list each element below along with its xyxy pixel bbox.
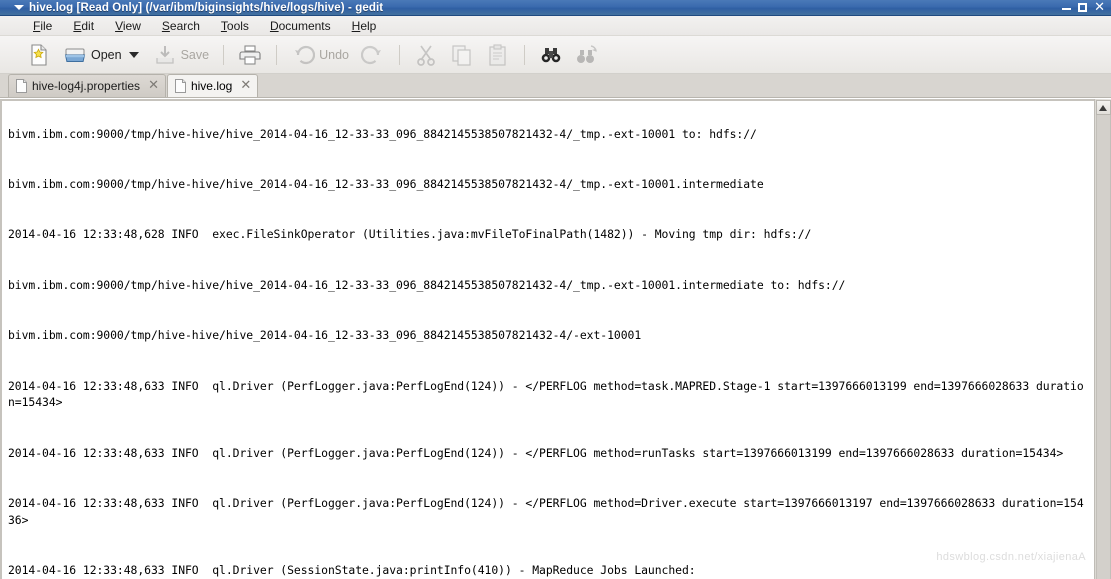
open-folder-icon bbox=[63, 43, 87, 67]
toolbar-separator-4 bbox=[523, 44, 525, 65]
tab-label: hive.log bbox=[190, 79, 233, 93]
tab-close-icon[interactable]: ✕ bbox=[240, 79, 251, 92]
toolbar: Open Save Undo bbox=[0, 36, 1111, 74]
save-icon bbox=[153, 43, 177, 67]
menu-item-documents[interactable]: Documents bbox=[265, 18, 341, 34]
document-icon bbox=[174, 79, 186, 93]
menubar: File Edit View Search Tools Documents He… bbox=[0, 16, 1111, 36]
open-button-label: Open bbox=[91, 47, 122, 62]
window-controls: ✕ bbox=[1062, 1, 1109, 14]
scrollbar-track[interactable] bbox=[1095, 115, 1111, 579]
menu-item-edit[interactable]: Edit bbox=[68, 18, 104, 34]
scroll-up-button[interactable] bbox=[1095, 100, 1111, 115]
undo-button[interactable]: Undo bbox=[286, 40, 354, 70]
log-content: bivm.ibm.com:9000/tmp/hive-hive/hive_201… bbox=[8, 101, 1090, 579]
tab-hive-log[interactable]: hive.log ✕ bbox=[166, 74, 259, 97]
save-button[interactable]: Save bbox=[148, 40, 215, 70]
scissors-icon bbox=[414, 43, 438, 67]
redo-button[interactable] bbox=[356, 40, 390, 70]
log-line: bivm.ibm.com:9000/tmp/hive-hive/hive_201… bbox=[8, 126, 757, 141]
toolbar-separator-2 bbox=[276, 44, 278, 65]
copy-button[interactable] bbox=[445, 40, 479, 70]
cut-button[interactable] bbox=[409, 40, 443, 70]
log-line: 2014-04-16 12:33:48,633 INFO ql.Driver (… bbox=[8, 445, 1064, 460]
log-line: bivm.ibm.com:9000/tmp/hive-hive/hive_201… bbox=[8, 277, 846, 292]
tab-label: hive-log4j.properties bbox=[32, 79, 141, 93]
toolbar-separator-3 bbox=[398, 44, 400, 65]
close-button[interactable]: ✕ bbox=[1094, 1, 1105, 14]
find-replace-icon bbox=[575, 43, 599, 67]
tab-close-icon[interactable]: ✕ bbox=[148, 79, 159, 92]
find-button[interactable] bbox=[534, 40, 568, 70]
redo-icon bbox=[360, 43, 385, 67]
paste-icon bbox=[486, 43, 510, 67]
copy-icon bbox=[450, 43, 474, 67]
titlebar-left: hive.log [Read Only] (/var/ibm/biginsigh… bbox=[4, 2, 1062, 14]
document-tabbar: hive-log4j.properties ✕ hive.log ✕ bbox=[0, 74, 1111, 98]
paste-button[interactable] bbox=[481, 40, 515, 70]
tab-hive-log4j-properties[interactable]: hive-log4j.properties ✕ bbox=[8, 74, 166, 97]
toolbar-separator-1 bbox=[223, 44, 225, 65]
window-title: hive.log [Read Only] (/var/ibm/biginsigh… bbox=[29, 1, 384, 14]
binoculars-find-icon bbox=[539, 43, 563, 67]
new-document-icon bbox=[27, 43, 51, 67]
save-button-label: Save bbox=[180, 47, 210, 62]
minimize-button[interactable] bbox=[1062, 3, 1072, 12]
maximize-button[interactable] bbox=[1078, 3, 1088, 12]
vertical-scrollbar[interactable] bbox=[1094, 99, 1111, 579]
printer-icon bbox=[238, 43, 262, 67]
print-button[interactable] bbox=[233, 40, 267, 70]
log-line: 2014-04-16 12:33:48,628 INFO exec.FileSi… bbox=[8, 227, 812, 242]
document-icon bbox=[16, 79, 27, 93]
gedit-window: hive.log [Read Only] (/var/ibm/biginsigh… bbox=[0, 0, 1111, 579]
menu-item-tools[interactable]: Tools bbox=[216, 18, 259, 34]
menu-item-help[interactable]: Help bbox=[347, 18, 387, 34]
undo-button-label: Undo bbox=[319, 47, 349, 62]
log-line: bivm.ibm.com:9000/tmp/hive-hive/hive_201… bbox=[8, 176, 764, 191]
new-document-button[interactable] bbox=[22, 40, 56, 70]
menu-item-search[interactable]: Search bbox=[157, 18, 210, 34]
log-line: 2014-04-16 12:33:48,633 INFO ql.Driver (… bbox=[8, 496, 1084, 527]
menu-item-file[interactable]: File bbox=[28, 18, 62, 34]
log-line: 2014-04-16 12:33:48,633 INFO ql.Driver (… bbox=[8, 378, 1084, 410]
open-button[interactable]: Open bbox=[58, 40, 146, 70]
scroll-up-arrow-icon bbox=[1099, 104, 1107, 111]
window-titlebar[interactable]: hive.log [Read Only] (/var/ibm/biginsigh… bbox=[0, 0, 1111, 16]
undo-icon bbox=[291, 43, 316, 67]
window-menu-triangle-icon[interactable] bbox=[14, 5, 24, 10]
log-line: bivm.ibm.com:9000/tmp/hive-hive/hive_201… bbox=[8, 328, 642, 343]
replace-button[interactable] bbox=[570, 40, 604, 70]
text-view[interactable]: bivm.ibm.com:9000/tmp/hive-hive/hive_201… bbox=[0, 99, 1094, 579]
log-line: 2014-04-16 12:33:48,633 INFO ql.Driver (… bbox=[8, 563, 696, 578]
editor-area: bivm.ibm.com:9000/tmp/hive-hive/hive_201… bbox=[0, 98, 1111, 579]
menu-item-view[interactable]: View bbox=[110, 18, 151, 34]
open-chevron-down-icon[interactable] bbox=[128, 51, 139, 58]
